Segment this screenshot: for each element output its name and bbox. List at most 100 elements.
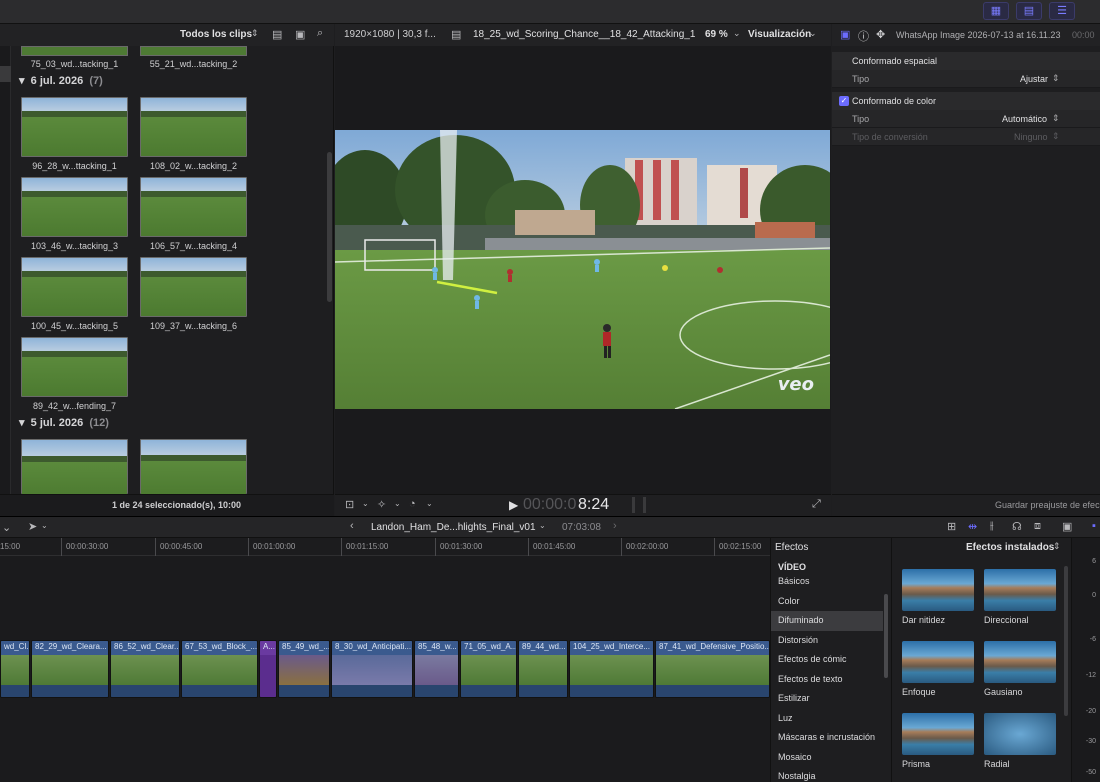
- clip-thumbnail[interactable]: [21, 257, 128, 317]
- video-inspector-icon[interactable]: ▣: [840, 28, 850, 41]
- disclosure-triangle-icon[interactable]: ▾: [19, 417, 25, 429]
- effects-category-item[interactable]: Color: [771, 592, 883, 612]
- effect-thumbnail[interactable]: [984, 641, 1056, 683]
- clip-thumbnail[interactable]: [21, 97, 128, 157]
- category-scrollbar[interactable]: [884, 594, 888, 678]
- effects-category-item[interactable]: Efectos de cómic: [771, 650, 883, 670]
- skimming-icon[interactable]: ⇹: [968, 520, 977, 533]
- search-icon[interactable]: ⌕: [317, 27, 323, 40]
- effect-thumbnail[interactable]: [902, 713, 974, 755]
- timeline-clip[interactable]: 71_05_wd_A...: [460, 640, 517, 698]
- view-options-dropdown[interactable]: Visualización: [748, 29, 811, 40]
- effects-category-item[interactable]: Máscaras e incrustación: [771, 728, 883, 748]
- clip-appearance-icon[interactable]: ⊞: [947, 520, 956, 533]
- effects-category-item[interactable]: Mosaico: [771, 748, 883, 768]
- video-frame[interactable]: veo: [335, 130, 830, 409]
- timeline-clip[interactable]: 86_52_wd_Clear...: [110, 640, 180, 698]
- effect-label: Enfoque: [902, 687, 936, 697]
- clip-thumbnail[interactable]: [140, 46, 247, 56]
- clip-thumbnail[interactable]: [21, 439, 128, 494]
- effect-label: Dar nitidez: [902, 615, 946, 625]
- select-tool-icon[interactable]: ➤: [28, 520, 37, 533]
- timeline-ruler[interactable]: 15:00 00:00:30:00 00:00:45:00 00:01:00:0…: [0, 538, 770, 556]
- effect-thumbnail[interactable]: [984, 569, 1056, 611]
- clip-thumbnail[interactable]: [21, 46, 128, 56]
- clip-thumbnail[interactable]: [21, 177, 128, 237]
- color-conform-checkbox[interactable]: ✓: [839, 96, 849, 106]
- clip-filter-dropdown[interactable]: Todos los clips: [180, 29, 252, 40]
- sidebar-edge-handle[interactable]: [0, 66, 11, 82]
- project-name[interactable]: Landon_Ham_De...hlights_Final_v01: [371, 522, 536, 533]
- date-group-header[interactable]: ▾ 5 jul. 2026 (12): [19, 416, 109, 429]
- clip-thumbnail[interactable]: [21, 337, 128, 397]
- timeline-clip[interactable]: 85_49_wd_...: [278, 640, 330, 698]
- timeline-clip[interactable]: 85_48_w...: [414, 640, 459, 698]
- play-button[interactable]: ▶: [509, 498, 518, 512]
- effect-label: Prisma: [902, 759, 931, 769]
- clip-thumbnail[interactable]: [140, 177, 247, 237]
- timeline-area[interactable]: wd_Cl... 82_29_wd_Cleara... 86_52_wd_Cle…: [0, 556, 770, 782]
- clip-title: 104_25_wd_Interce...: [570, 641, 653, 655]
- chevron-down-icon[interactable]: ⌄: [394, 499, 401, 508]
- date-group-header[interactable]: ▾ 6 jul. 2026 (7): [19, 74, 103, 87]
- forward-arrow-icon[interactable]: ›: [613, 520, 617, 532]
- inspector-toggle-icon[interactable]: ☰: [1049, 2, 1075, 20]
- inspector-header: ▣ ⓘ ✥ WhatsApp Image 2026-07-13 at 16.11…: [832, 24, 1100, 46]
- effects-category-item[interactable]: Estilizar: [771, 689, 883, 709]
- timeline-clip[interactable]: wd_Cl...: [0, 640, 30, 698]
- magic-wand-icon[interactable]: ✧: [377, 498, 386, 511]
- timeline-clip[interactable]: 87_41_wd_Defensive_Positio...: [655, 640, 770, 698]
- effects-category-item[interactable]: Básicos: [771, 572, 883, 592]
- effects-category-item[interactable]: Efectos de texto: [771, 670, 883, 690]
- browser-header: Todos los clips ⇕ ▤ ▣ ⌕: [0, 24, 334, 46]
- effects-category-item[interactable]: Distorsión: [771, 631, 883, 651]
- effects-category-item[interactable]: Nostalgia: [771, 767, 883, 782]
- installed-effects-dropdown[interactable]: Efectos instalados: [966, 542, 1054, 553]
- chevron-down-icon[interactable]: ⌄: [426, 499, 433, 508]
- clip-label: 55_21_wd...tacking_2: [149, 59, 238, 69]
- info-icon[interactable]: ⓘ: [858, 28, 869, 44]
- effect-thumbnail[interactable]: [902, 641, 974, 683]
- timeline-clip[interactable]: 104_25_wd_Interce...: [569, 640, 654, 698]
- color-type-select[interactable]: Automático: [1002, 114, 1047, 124]
- timeline-clip[interactable]: 82_29_wd_Cleara...: [31, 640, 109, 698]
- back-arrow-icon[interactable]: ‹: [350, 520, 354, 532]
- browser-scrollbar[interactable]: [327, 152, 332, 302]
- chevron-down-icon[interactable]: ⌄: [539, 521, 546, 530]
- timeline-toggle-icon[interactable]: ▤: [1016, 2, 1042, 20]
- snapping-icon[interactable]: ⧈: [1034, 520, 1041, 533]
- speed-gauge-icon[interactable]: ◔: [409, 498, 416, 510]
- effect-thumbnail[interactable]: [984, 713, 1056, 755]
- zoom-dropdown[interactable]: 69 %: [705, 29, 728, 40]
- spatial-conform-section: Conformado espacial: [832, 52, 1100, 70]
- fullscreen-icon[interactable]: ⤢: [812, 498, 821, 511]
- clip-thumbnail[interactable]: [140, 97, 247, 157]
- headphones-icon[interactable]: ☊: [1012, 520, 1022, 533]
- save-preset-button[interactable]: Guardar preajuste de efec: [995, 500, 1100, 510]
- disclosure-triangle-icon[interactable]: ▾: [19, 75, 25, 87]
- timeline-clip-selected[interactable]: A...: [259, 640, 277, 698]
- effects-category-item[interactable]: Luz: [771, 709, 883, 729]
- effect-thumbnail[interactable]: [902, 569, 974, 611]
- transform-icon[interactable]: ⊡: [345, 498, 354, 511]
- color-type-row: Tipo Automático ⇕: [832, 110, 1100, 128]
- timeline-clip[interactable]: 8_30_wd_Anticipati...: [331, 640, 413, 698]
- meter-label: 6: [1092, 558, 1096, 565]
- library-toggle-icon[interactable]: ▦: [983, 2, 1009, 20]
- list-view-icon[interactable]: ▤: [272, 28, 282, 41]
- chevron-down-icon[interactable]: ⌄: [41, 521, 48, 530]
- timeline-clip[interactable]: 89_44_wd...: [518, 640, 568, 698]
- effects-scrollbar[interactable]: [1064, 566, 1068, 716]
- effects-category-item-selected[interactable]: Difuminado: [771, 611, 883, 631]
- share-icon[interactable]: ✥: [876, 28, 885, 41]
- timeline-clip[interactable]: 67_53_wd_Block_...: [181, 640, 258, 698]
- transitions-icon[interactable]: ▪: [1092, 520, 1096, 532]
- effects-browser-icon[interactable]: ▣: [1062, 520, 1072, 533]
- spatial-type-select[interactable]: Ajustar: [1020, 74, 1048, 84]
- tool-chevron-icon[interactable]: ⌄: [2, 521, 11, 534]
- chevron-down-icon[interactable]: ⌄: [362, 499, 369, 508]
- filmstrip-icon[interactable]: ▣: [295, 28, 305, 41]
- clip-thumbnail[interactable]: [140, 257, 247, 317]
- clip-thumbnail[interactable]: [140, 439, 247, 494]
- audio-skimming-icon[interactable]: ⫲: [990, 520, 994, 533]
